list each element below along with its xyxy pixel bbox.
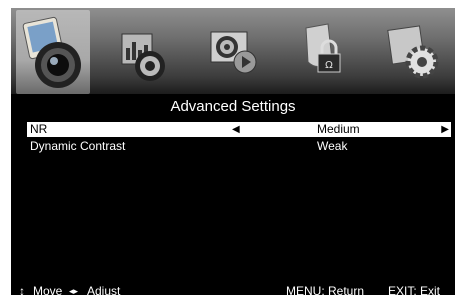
- adjust-hint: Adjust: [87, 284, 121, 295]
- menu-return-hint: MENU: Return: [286, 284, 365, 295]
- setting-value: Medium: [317, 122, 360, 136]
- channel-icon: [210, 31, 257, 74]
- tab-picture[interactable]: [16, 10, 90, 94]
- tv-menu-screen: Ω Advanced Settings NR ◀ Medium ▶ Dynami…: [11, 8, 455, 295]
- sound-icon: [121, 33, 165, 81]
- tab-sound[interactable]: [108, 10, 182, 94]
- setting-value: Weak: [317, 139, 348, 153]
- setting-label: NR: [30, 122, 48, 136]
- setup-icon: [387, 25, 439, 79]
- menu-tab-bar: Ω: [11, 8, 455, 94]
- tab-setup[interactable]: [378, 10, 452, 94]
- setting-row-dynamic-contrast[interactable]: Dynamic Contrast Weak: [27, 139, 451, 154]
- left-right-icon: ◂▸: [69, 286, 79, 295]
- move-hint: Move: [33, 284, 63, 295]
- tab-lock[interactable]: Ω: [288, 10, 362, 94]
- page-title: Advanced Settings: [170, 98, 296, 115]
- exit-hint: EXIT: Exit: [388, 284, 441, 295]
- svg-text:Ω: Ω: [325, 60, 333, 71]
- lock-icon: Ω: [305, 23, 341, 73]
- setting-label: Dynamic Contrast: [30, 139, 126, 153]
- help-bar: ↕ Move ◂▸ Adjust MENU: Return EXIT: Exit: [11, 284, 455, 295]
- left-arrow-icon[interactable]: ◀: [232, 122, 240, 137]
- tab-channel[interactable]: [197, 10, 271, 94]
- right-arrow-icon[interactable]: ▶: [441, 122, 449, 137]
- up-down-icon: ↕: [19, 284, 25, 295]
- picture-icon: [22, 16, 81, 88]
- setting-row-nr[interactable]: NR ◀ Medium ▶: [27, 122, 451, 137]
